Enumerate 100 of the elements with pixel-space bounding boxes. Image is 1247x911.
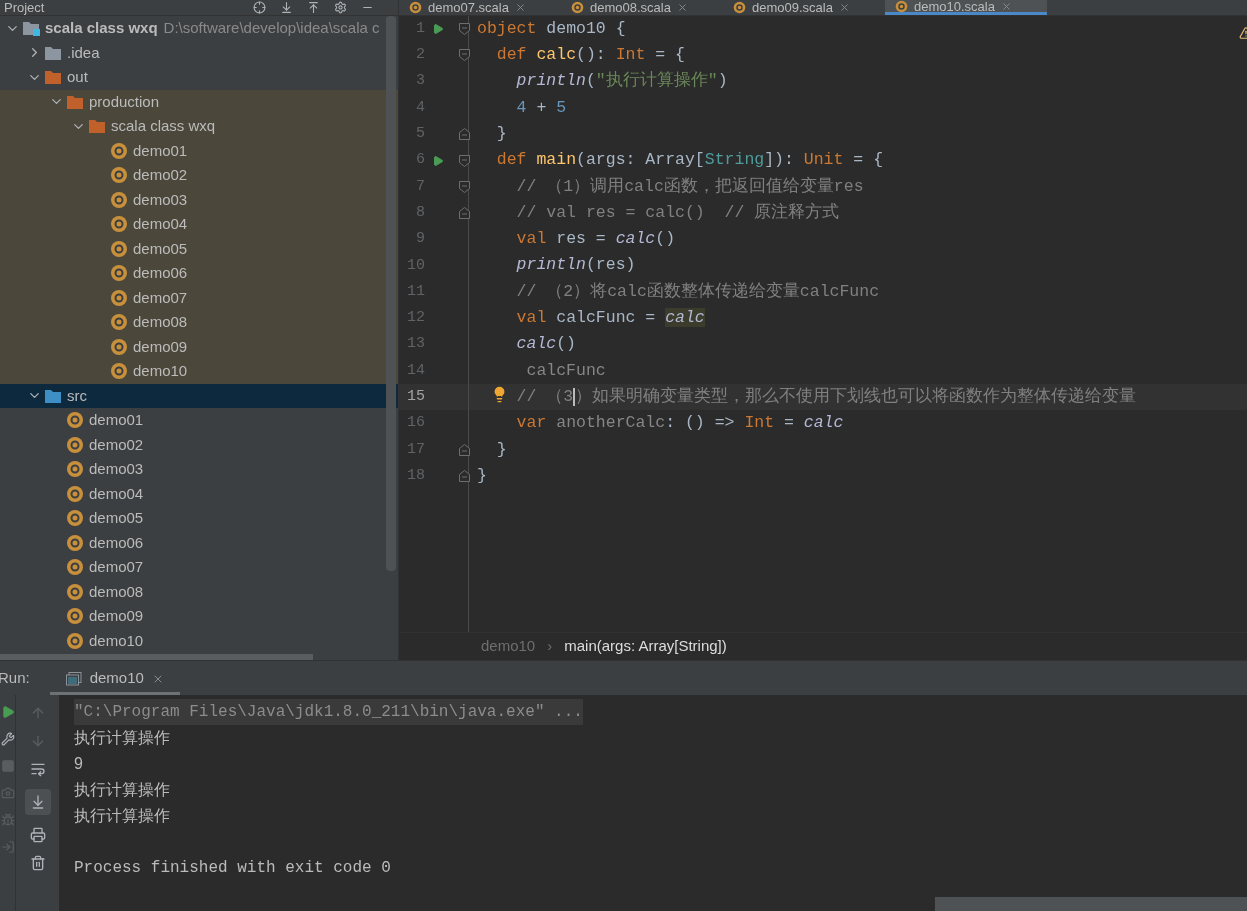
panel-title[interactable]: Project — [4, 0, 45, 15]
tree-item[interactable]: demo07 — [0, 555, 398, 580]
stop-icon[interactable] — [0, 759, 15, 773]
tree-item[interactable]: demo01 — [0, 138, 398, 163]
item-label: demo10 — [133, 361, 188, 381]
camera-icon[interactable] — [0, 786, 15, 800]
tree-item[interactable]: demo07 — [0, 285, 398, 310]
soft-wrap-icon[interactable] — [29, 761, 46, 777]
object-icon — [110, 166, 128, 185]
editor-tab[interactable]: demo07.scala — [399, 0, 561, 15]
settings-icon[interactable] — [334, 1, 347, 14]
run-icon[interactable] — [432, 154, 444, 167]
collapse-all-icon[interactable] — [307, 1, 320, 14]
code-line: println(res) — [516, 254, 636, 277]
code-line: object demo10 { — [477, 17, 626, 40]
object-icon — [110, 190, 128, 209]
fold-icon[interactable] — [458, 154, 470, 167]
folder-icon — [66, 93, 84, 110]
code-line: val res = calc() — [516, 228, 676, 251]
tree-item[interactable]: demo09 — [0, 334, 398, 359]
trash-icon[interactable] — [29, 855, 46, 871]
fold-icon[interactable] — [458, 180, 470, 193]
wrench-icon[interactable] — [0, 732, 15, 746]
close-icon[interactable] — [1000, 0, 1012, 12]
tree-item[interactable]: demo10 — [0, 359, 398, 384]
fold-icon[interactable] — [458, 128, 470, 141]
tree-item[interactable]: demo02 — [0, 163, 398, 188]
line-number: 4 — [415, 97, 425, 118]
fold-icon[interactable] — [458, 49, 470, 62]
line-number: 11 — [406, 281, 425, 302]
code-line: calc() — [516, 333, 577, 356]
folder-icon — [88, 118, 106, 135]
item-label: out — [67, 67, 88, 87]
fold-icon[interactable] — [458, 443, 470, 456]
locate-icon[interactable] — [253, 1, 266, 14]
item-label: demo03 — [133, 189, 188, 210]
tree-item[interactable]: production — [0, 89, 398, 114]
vertical-scrollbar[interactable] — [386, 16, 396, 571]
tree-item[interactable]: scala class wxq D:\software\develop\idea\scala c — [0, 16, 398, 41]
code-line: def calc(): Int = { — [496, 44, 685, 67]
print-icon[interactable] — [29, 827, 46, 843]
item-label: demo06 — [89, 532, 144, 553]
item-label: demo04 — [133, 214, 188, 234]
line-number: 3 — [415, 71, 425, 92]
object-icon — [110, 362, 128, 381]
tree-item[interactable]: demo04 — [0, 212, 398, 237]
tree-item[interactable]: demo05 — [0, 236, 398, 261]
line-number: 17 — [406, 439, 425, 460]
fold-icon[interactable] — [458, 23, 470, 36]
object-icon — [66, 411, 84, 430]
tree-item[interactable]: demo03 — [0, 457, 398, 482]
line-number: 2 — [415, 45, 425, 66]
item-label: production — [89, 91, 160, 112]
item-label: demo03 — [89, 459, 144, 479]
tree-item[interactable]: demo06 — [0, 261, 398, 286]
breadcrumb[interactable]: main(args: Array[String]) — [564, 635, 727, 658]
expand-all-icon[interactable] — [280, 1, 293, 14]
tree-item[interactable]: demo04 — [0, 481, 398, 506]
tree-item[interactable]: demo05 — [0, 506, 398, 531]
tree-item[interactable]: demo03 — [0, 187, 398, 212]
close-icon[interactable] — [838, 2, 850, 13]
tree-item[interactable]: demo01 — [0, 408, 398, 433]
tree-item[interactable]: demo08 — [0, 579, 398, 604]
tree-item[interactable]: demo09 — [0, 604, 398, 629]
tree-item[interactable]: out — [0, 65, 398, 90]
code-line: // val res = calc() // 原注释方式 — [516, 201, 840, 224]
tree-item[interactable]: demo08 — [0, 310, 398, 335]
editor-tab[interactable]: demo08.scala — [561, 0, 723, 15]
fold-icon[interactable] — [458, 207, 470, 220]
run-icon[interactable] — [432, 23, 444, 36]
tree-item[interactable]: scala class wxq — [0, 114, 398, 139]
tree-item[interactable]: .idea — [0, 40, 398, 65]
code-line: // （2）将calc函数整体传递给变量calcFunc — [516, 280, 880, 303]
line-number: 15 — [406, 387, 425, 408]
close-icon[interactable] — [676, 2, 688, 13]
horizontal-scrollbar[interactable] — [935, 897, 1247, 911]
tree-item[interactable]: demo06 — [0, 530, 398, 555]
code-line: } — [496, 438, 507, 461]
line-number: 10 — [406, 255, 425, 276]
item-label: demo08 — [133, 312, 188, 332]
editor-tab[interactable]: demo09.scala — [723, 0, 885, 15]
line-number: 9 — [415, 229, 425, 250]
editor-tab[interactable]: demo10.scala — [885, 0, 1047, 15]
horizontal-scrollbar[interactable] — [0, 654, 313, 660]
console-output: 执行计算操作 — [74, 806, 170, 826]
code-line: // （1）调用calc函数，把返回值给变量res — [516, 175, 864, 198]
bug-icon[interactable] — [0, 813, 15, 827]
fold-icon[interactable] — [458, 470, 470, 483]
run-icon[interactable] — [0, 705, 15, 719]
tree-item[interactable]: demo02 — [0, 432, 398, 457]
tree-item[interactable]: demo10 — [0, 628, 398, 653]
object-icon — [66, 460, 84, 479]
line-number: 13 — [406, 334, 425, 355]
item-label: demo09 — [133, 336, 188, 357]
scroll-to-end-button[interactable] — [24, 789, 51, 815]
console-command: "C:\Program Files\Java\jdk1.8.0_211\bin\java.exe" ... — [74, 699, 583, 725]
object-icon — [66, 484, 84, 503]
line-number: 7 — [415, 176, 425, 197]
close-icon[interactable] — [514, 2, 526, 13]
object-icon — [66, 607, 84, 626]
